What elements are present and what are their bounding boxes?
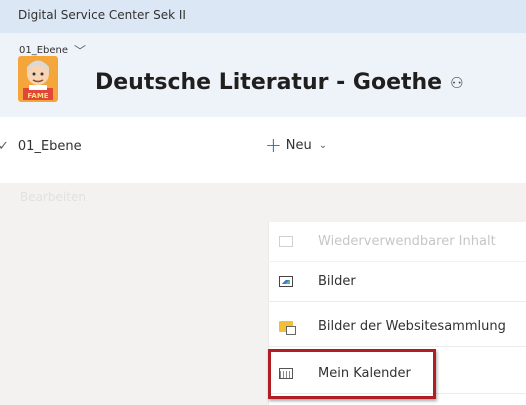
- site-logo[interactable]: FAME: [18, 56, 58, 102]
- menu-item-label: Wiederverwendbarer Inhalt: [318, 234, 496, 249]
- new-button-label: Neu: [285, 137, 312, 153]
- nav-item-label: 01_Ebene: [17, 139, 82, 154]
- chevron-down-icon[interactable]: ﹀: [74, 42, 86, 59]
- menu-item-reusable-content[interactable]: Wiederverwendbarer Inhalt: [268, 222, 526, 262]
- calendar-icon: [279, 368, 293, 379]
- new-button[interactable]: + Neu ⌄: [265, 133, 328, 157]
- site-collection-images-icon: [279, 321, 296, 335]
- page-title: Deutsche Literatur - Goethe ⚇: [95, 70, 464, 95]
- menu-item-site-collection-images[interactable]: Bilder der Websitesammlung: [268, 307, 526, 347]
- reusable-content-icon: [279, 236, 293, 247]
- site-title-text: Deutsche Literatur - Goethe: [95, 70, 443, 95]
- teams-icon[interactable]: ⚇: [450, 74, 463, 92]
- menu-item-label: Mein Kalender: [318, 366, 411, 381]
- hub-title[interactable]: Digital Service Center Sek II: [18, 8, 186, 22]
- menu-item-label: Bilder der Websitesammlung: [318, 319, 506, 334]
- checkmark-icon: ✓: [0, 139, 9, 154]
- chevron-down-icon: ⌄: [318, 139, 328, 151]
- menu-item-images[interactable]: Bilder: [268, 262, 526, 302]
- breadcrumb-label: 01_Ebene: [19, 45, 69, 56]
- menu-item-label: Bilder: [318, 274, 356, 289]
- nav-edit-link[interactable]: Bearbeiten: [20, 190, 86, 204]
- suite-bar: Digital Service Center Sek II: [0, 0, 526, 33]
- image-library-icon: [279, 276, 293, 287]
- plus-icon: +: [265, 133, 282, 157]
- nav-item-01-ebene[interactable]: ✓ 01_Ebene: [0, 139, 82, 154]
- svg-text:FAME: FAME: [27, 92, 48, 100]
- menu-item-my-calendar[interactable]: Mein Kalender: [268, 354, 526, 394]
